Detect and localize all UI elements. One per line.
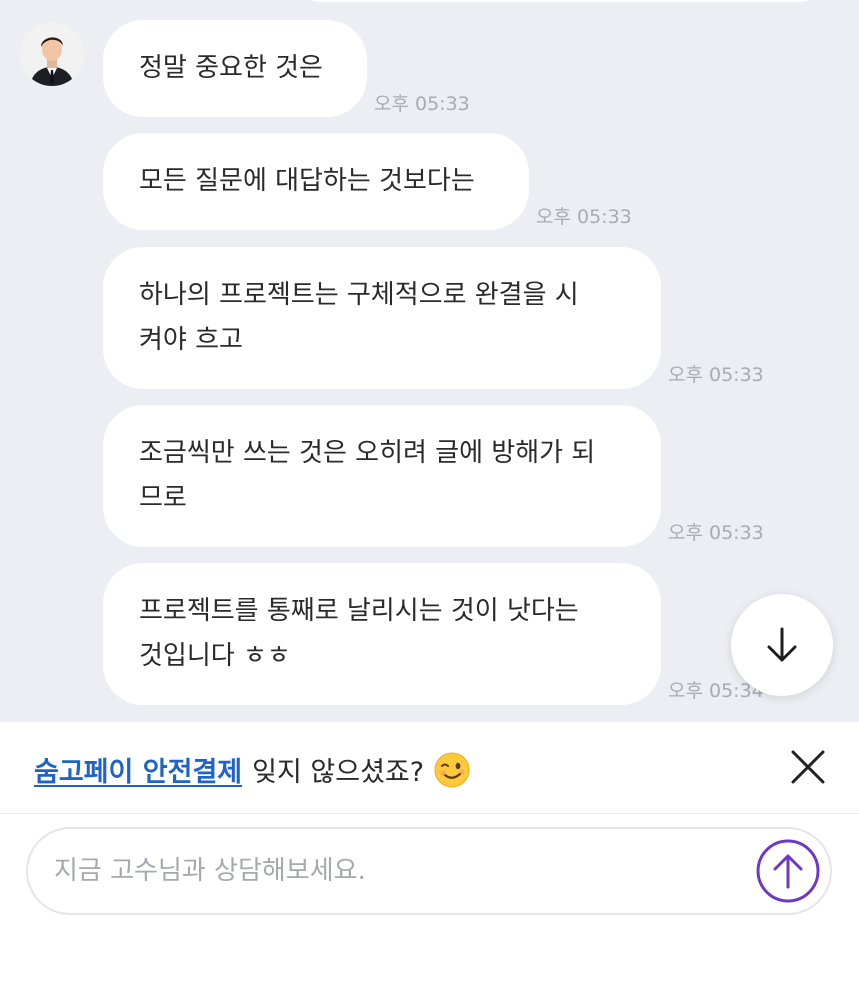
message-timestamp: 오후 05:33	[668, 522, 764, 544]
message-bubble: 하나의 프로젝트는 구체적으로 완결을 시 켜야 흐고	[103, 247, 661, 389]
message-timestamp: 오후 05:33	[374, 93, 470, 115]
previous-message-bubble	[300, 0, 820, 2]
banner-text: 잊지 않으셨죠?	[252, 757, 425, 788]
close-banner-button[interactable]	[786, 745, 830, 789]
message-bubble: 조금씩만 쓰는 것은 오히려 글에 방해가 되 므로	[103, 405, 661, 547]
arrow-up-circle-icon	[756, 839, 820, 903]
message-timestamp: 오후 05:33	[668, 364, 764, 386]
message-bubble: 프로젝트를 통째로 날리시는 것이 낫다는 것입니다 ㅎㅎ	[103, 563, 661, 705]
safe-payment-banner: 숨고페이 안전결제 잊지 않으셨죠?	[0, 722, 859, 814]
scroll-to-bottom-button[interactable]	[731, 594, 833, 696]
winking-face-emoji-icon	[434, 752, 470, 787]
arrow-down-icon	[767, 627, 797, 662]
message-timestamp: 오후 05:33	[536, 206, 632, 228]
message-bubble: 모든 질문에 대답하는 것보다는	[103, 133, 529, 230]
message-input[interactable]	[54, 829, 744, 913]
message-bubble: 정말 중요한 것은	[103, 20, 367, 117]
close-icon	[791, 750, 825, 784]
avatar[interactable]	[20, 22, 84, 86]
chat-area[interactable]: 정말 중요한 것은 오후 05:33 모든 질문에 대답하는 것보다는 오후 0…	[0, 0, 859, 722]
message-composer	[26, 827, 832, 915]
banner-message: 숨고페이 안전결제 잊지 않으셨죠?	[34, 750, 470, 789]
send-button[interactable]	[756, 839, 820, 903]
safe-payment-link[interactable]: 숨고페이 안전결제	[34, 750, 242, 789]
